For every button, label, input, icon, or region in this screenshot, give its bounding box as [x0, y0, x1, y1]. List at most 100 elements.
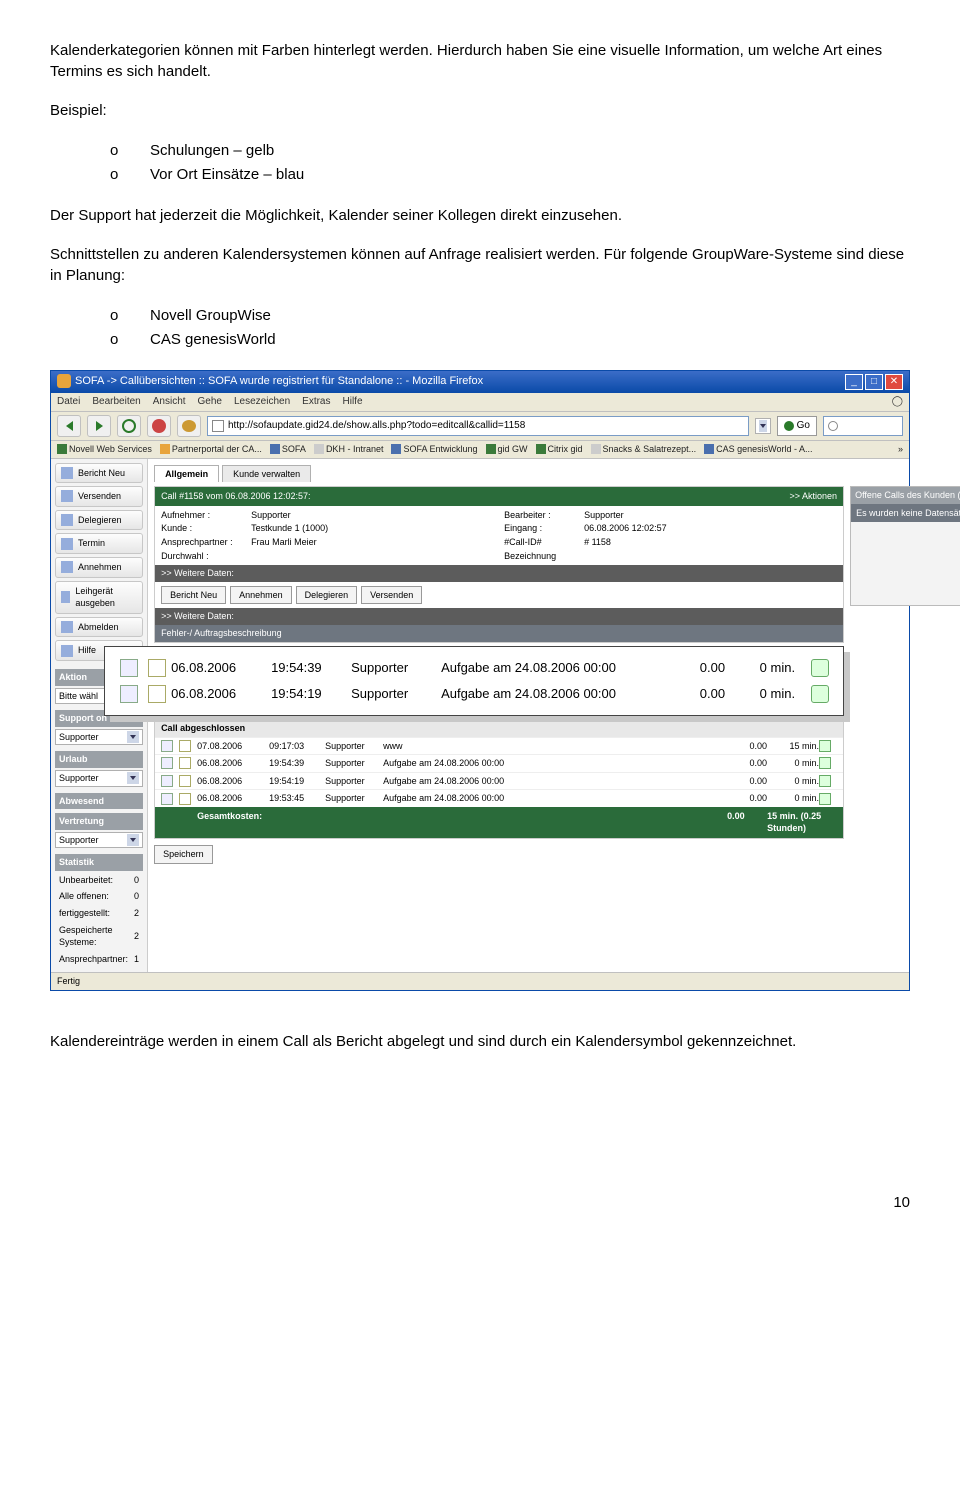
report-icon[interactable]	[161, 740, 173, 752]
app-icon	[57, 374, 71, 388]
call-header: Call #1158 vom 06.08.2006 12:02:57: >> A…	[155, 487, 843, 506]
accept-icon	[61, 561, 73, 573]
sidebar-button[interactable]: Versenden	[55, 486, 143, 507]
menu-item[interactable]: Gehe	[198, 395, 222, 409]
menu-item[interactable]: Extras	[302, 395, 330, 409]
tab-allgemein[interactable]: Allgemein	[154, 465, 219, 483]
bullet-mark: o	[110, 304, 150, 328]
sidebar-button[interactable]: Abmelden	[55, 617, 143, 638]
calendar-icon[interactable]	[148, 685, 166, 703]
menu-item[interactable]: Ansicht	[153, 395, 186, 409]
highlight-overlay: 06.08.2006 19:54:39 Supporter Aufgabe am…	[104, 646, 844, 716]
reload-button[interactable]	[117, 415, 141, 437]
bookmark-item[interactable]: DKH - Intranet	[314, 443, 384, 456]
calendar-icon[interactable]	[179, 757, 191, 769]
calendar-icon[interactable]	[148, 659, 166, 677]
reports-table: Call abgeschlossen 07.08.200609:17:03Sup…	[154, 719, 844, 839]
support-select[interactable]: Supporter	[55, 729, 143, 746]
action-icon[interactable]	[811, 685, 829, 703]
sidebar-button[interactable]: Delegieren	[55, 510, 143, 531]
stop-button[interactable]	[147, 415, 171, 437]
bullet-mark: o	[110, 139, 150, 163]
menu-item[interactable]: Hilfe	[343, 395, 363, 409]
bullet-text: CAS genesisWorld	[150, 331, 276, 348]
bullet-list-2: oNovell GroupWise oCAS genesisWorld	[110, 304, 910, 352]
annehmen-button[interactable]: Annehmen	[230, 586, 292, 605]
page-number: 10	[50, 1192, 910, 1213]
help-icon	[61, 645, 73, 657]
bookmark-item[interactable]: CAS genesisWorld - A...	[704, 443, 812, 456]
section-header: Statistik	[55, 854, 143, 871]
paragraph: Der Support hat jederzeit die Möglichkei…	[50, 205, 910, 226]
bullet-mark: o	[110, 328, 150, 352]
main-content: Allgemein Kunde verwalten Call #1158 vom…	[148, 459, 960, 973]
bookmark-item[interactable]: Novell Web Services	[57, 443, 152, 456]
table-row: 06.08.200619:54:39SupporterAufgabe am 24…	[155, 754, 843, 772]
sidepanel-body: Es wurden keine Datensätze gefunden.	[851, 504, 960, 523]
paragraph: Kalenderkategorien können mit Farben hin…	[50, 40, 910, 82]
save-button[interactable]: Speichern	[154, 845, 213, 864]
forward-button[interactable]	[87, 415, 111, 437]
bullet-mark: o	[110, 163, 150, 187]
throbber-icon: ◯	[892, 395, 903, 409]
section-header: Vertretung	[55, 813, 143, 830]
go-button[interactable]: Go	[777, 416, 817, 436]
search-icon	[828, 421, 838, 431]
minimize-button[interactable]: _	[845, 374, 863, 390]
close-button[interactable]: ✕	[885, 374, 903, 390]
window-title: SOFA -> Callübersichten :: SOFA wurde re…	[75, 375, 483, 387]
report-icon[interactable]	[161, 757, 173, 769]
menu-item[interactable]: Datei	[57, 395, 80, 409]
bullet-list-1: oSchulungen – gelb oVor Ort Einsätze – b…	[110, 139, 910, 187]
nav-toolbar: http://sofaupdate.gid24.de/show.alls.php…	[51, 412, 909, 441]
action-icon[interactable]	[819, 757, 831, 769]
calendar-icon[interactable]	[179, 775, 191, 787]
tab-kunde[interactable]: Kunde verwalten	[222, 465, 311, 483]
action-icon[interactable]	[819, 793, 831, 805]
sidebar-button[interactable]: Termin	[55, 533, 143, 554]
report-icon[interactable]	[161, 793, 173, 805]
titlebar: SOFA -> Callübersichten :: SOFA wurde re…	[51, 371, 909, 393]
sidebar-button[interactable]: Bericht Neu	[55, 463, 143, 484]
bookmark-item[interactable]: Snacks & Salatrezept...	[591, 443, 697, 456]
home-button[interactable]	[177, 415, 201, 437]
bookmarks-toolbar: Novell Web Services Partnerportal der CA…	[51, 441, 909, 459]
statusbar: Fertig	[51, 972, 909, 990]
maximize-button[interactable]: □	[865, 374, 883, 390]
plus-icon	[536, 444, 546, 454]
bookmark-item[interactable]: SOFA	[270, 443, 306, 456]
urlaub-select[interactable]: Supporter	[55, 770, 143, 787]
bookmark-item[interactable]: gid GW	[486, 443, 528, 456]
table-row: 06.08.200619:53:45SupporterAufgabe am 24…	[155, 789, 843, 807]
weitere-daten-bar[interactable]: >> Weitere Daten:	[155, 565, 843, 582]
action-icon[interactable]	[811, 659, 829, 677]
total-row: Gesamtkosten:0.0015 min. (0.25 Stunden)	[155, 807, 843, 838]
weitere-daten-bar[interactable]: >> Weitere Daten:	[155, 608, 843, 625]
overlay-row: 06.08.2006 19:54:39 Supporter Aufgabe am…	[115, 655, 833, 681]
search-input[interactable]	[823, 416, 903, 436]
menu-item[interactable]: Bearbeiten	[92, 395, 140, 409]
aktionen-link[interactable]: >> Aktionen	[790, 490, 838, 503]
delegieren-button[interactable]: Delegieren	[296, 586, 358, 605]
versenden-button[interactable]: Versenden	[361, 586, 422, 605]
menu-item[interactable]: Lesezeichen	[234, 395, 290, 409]
bookmark-item[interactable]: SOFA Entwicklung	[391, 443, 477, 456]
sidebar-button[interactable]: Annehmen	[55, 557, 143, 578]
action-icon[interactable]	[819, 775, 831, 787]
url-dropdown[interactable]	[755, 418, 771, 434]
bericht-neu-button[interactable]: Bericht Neu	[161, 586, 226, 605]
page-icon	[212, 420, 224, 432]
url-input[interactable]: http://sofaupdate.gid24.de/show.alls.php…	[207, 416, 749, 436]
calendar-icon[interactable]	[179, 740, 191, 752]
sidebar-button[interactable]: Leihgerät ausgeben	[55, 581, 143, 614]
report-icon[interactable]	[120, 659, 138, 677]
bookmark-item[interactable]: Partnerportal der CA...	[160, 443, 262, 456]
report-icon[interactable]	[120, 685, 138, 703]
back-button[interactable]	[57, 415, 81, 437]
vertretung-select[interactable]: Supporter	[55, 832, 143, 849]
calendar-icon[interactable]	[179, 793, 191, 805]
action-icon[interactable]	[819, 740, 831, 752]
section-header: Urlaub	[55, 751, 143, 768]
report-icon[interactable]	[161, 775, 173, 787]
bookmark-item[interactable]: Citrix gid	[536, 443, 583, 456]
